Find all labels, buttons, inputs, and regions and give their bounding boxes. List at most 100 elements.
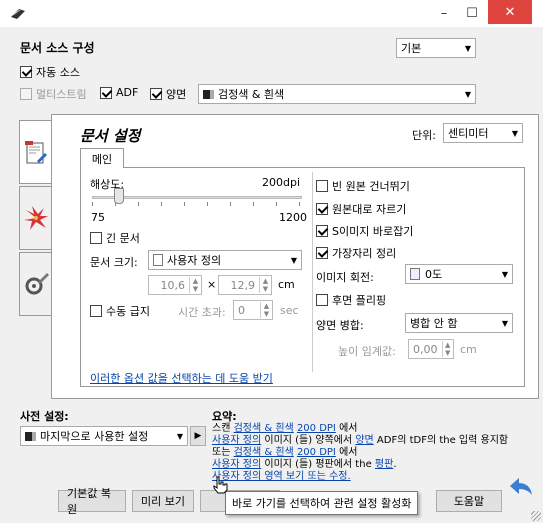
auto-source-checkbox[interactable]: 자동 소스 (20, 64, 80, 80)
long-doc-label: 긴 문서 (106, 232, 140, 245)
timeout-value: 0 (238, 303, 245, 317)
summary-dpi-link[interactable]: 200 DPI (297, 447, 336, 458)
chevron-down-icon: ▼ (511, 128, 518, 138)
summary-text: 스캔 검정색 & 흰색 200 DPI 에서 사용자 정의 이미지 (들) 양쪽… (212, 423, 508, 483)
summary-text-span: 또는 (212, 447, 234, 458)
tab-document-settings[interactable] (19, 120, 52, 184)
summary-size-link[interactable]: 사용자 정의 (212, 459, 261, 470)
maximize-button[interactable]: ☐ (458, 2, 486, 24)
document-icon (153, 254, 163, 266)
tab-image-settings[interactable] (19, 186, 52, 250)
slider-min-label: 75 (91, 211, 105, 224)
checkbox-icon (316, 203, 328, 215)
checkbox-icon (20, 66, 32, 78)
width-input[interactable]: 10,6 ▲ ▼ (148, 275, 202, 295)
deskew-checkbox[interactable]: S이미지 바로잡기 (316, 223, 413, 239)
play-arrow-icon: ▶ (194, 431, 202, 441)
tab-main[interactable]: 메인 (80, 148, 124, 168)
help-button[interactable]: 도움말 (436, 490, 502, 512)
spinner-arrows[interactable]: ▲ ▼ (259, 277, 271, 293)
chevron-down-icon: ▼ (464, 43, 471, 53)
summary-size-link[interactable]: 사용자 정의 (212, 435, 261, 446)
summary-line-2: 사용자 정의 이미지 (들) 양쪽에서 양면 ADF의 tDF의 the 입력 … (212, 435, 508, 447)
rotate-icon (410, 268, 420, 280)
summary-color-link[interactable]: 검정색 & 흰색 (234, 423, 294, 434)
reset-defaults-button[interactable]: 기본값 복원 (58, 487, 126, 516)
hand-cursor-icon (212, 476, 228, 497)
multistream-checkbox[interactable]: 멀티스트림 (20, 86, 87, 102)
rotate-select[interactable]: 0도 ▼ (405, 264, 513, 284)
summary-line-1: 스캔 검정색 & 흰색 200 DPI 에서 (212, 423, 508, 435)
flip-back-label: 후면 플리핑 (332, 294, 387, 307)
preset-value: 마지막으로 사용한 설정 (40, 430, 149, 443)
close-button[interactable]: ✕ (488, 0, 532, 24)
slider-ticks (92, 202, 302, 206)
preset-select[interactable]: 마지막으로 사용한 설정 ▼ (20, 426, 188, 446)
tab-advanced-settings[interactable] (19, 252, 52, 316)
long-doc-checkbox[interactable]: 긴 문서 (90, 230, 140, 246)
color-mode-icon (203, 89, 214, 99)
auto-source-label: 자동 소스 (36, 66, 80, 79)
chevron-down-icon: ▼ (501, 269, 508, 279)
rotate-value: 0도 (425, 268, 443, 281)
unit-value: 센티미터 (448, 127, 489, 140)
summary-text-span: 스캔 (212, 423, 234, 434)
minimize-button[interactable]: – (430, 2, 458, 24)
skip-blank-label: 빈 원본 건너뛰기 (332, 180, 410, 193)
spinner-arrows[interactable]: ▲ ▼ (260, 302, 272, 318)
summary-dpi-link[interactable]: 200 DPI (297, 423, 336, 434)
manual-feed-checkbox[interactable]: 수동 급지 (90, 303, 150, 319)
checkbox-icon (90, 232, 102, 244)
resolution-slider[interactable] (92, 188, 302, 208)
flip-back-checkbox[interactable]: 후면 플리핑 (316, 292, 386, 308)
color-mode-select[interactable]: 검정색 & 흰색 ▼ (198, 84, 476, 104)
doc-size-select[interactable]: 사용자 정의 ▼ (148, 250, 302, 270)
spinner-arrows[interactable]: ▲ ▼ (189, 277, 201, 293)
rotate-label: 이미지 회전: (316, 271, 374, 284)
preview-button[interactable]: 미리 보기 (132, 490, 194, 512)
crop-original-checkbox[interactable]: 원본대로 자르기 (316, 201, 406, 217)
tab-main-label: 메인 (91, 152, 113, 166)
summary-text-span: 에서 (335, 423, 358, 434)
skip-blank-checkbox[interactable]: 빈 원본 건너뛰기 (316, 178, 410, 194)
tools-icon (25, 273, 49, 295)
unit-select[interactable]: 센티미터 ▼ (443, 123, 523, 143)
summary-color-link[interactable]: 검정색 & 흰색 (234, 447, 294, 458)
checkbox-icon (20, 88, 32, 100)
checkbox-icon (150, 88, 162, 100)
duplex-checkbox[interactable]: 양면 (150, 86, 186, 102)
timeout-unit: sec (280, 304, 299, 317)
crop-original-label: 원본대로 자르기 (332, 203, 407, 216)
adf-checkbox[interactable]: ADF (100, 86, 138, 99)
size-unit: cm (278, 278, 295, 291)
timeout-input[interactable]: 0 ▲ ▼ (233, 300, 273, 320)
merge-select[interactable]: 병합 안 함 ▼ (405, 313, 513, 333)
summary-text-span: . (393, 459, 397, 470)
chevron-down-icon: ▼ (290, 255, 297, 265)
summary-line-3: 또는 검정색 & 흰색 200 DPI 에서 (212, 447, 508, 459)
height-input[interactable]: 12,9 ▲ ▼ (218, 275, 272, 295)
height-threshold-value: 0,00 (413, 342, 438, 356)
times-sign: × (207, 278, 217, 291)
back-arrow-icon[interactable] (509, 476, 533, 499)
scan-config-title: 문서 소스 구성 (20, 41, 95, 55)
summary-text-span: 이미지 (들) 평판에서 the (261, 459, 375, 470)
help-options-link[interactable]: 이러한 옵션 값을 선택하는 데 도움 받기 (90, 370, 273, 386)
chevron-down-icon: ▼ (176, 431, 183, 441)
preset-config-select[interactable]: 기본 ▼ (396, 38, 476, 58)
height-threshold-input[interactable]: 0,00 ▲ ▼ (408, 339, 454, 359)
preset-menu-button[interactable]: ▶ (190, 426, 206, 446)
doc-size-label: 문서 크기: (90, 256, 138, 269)
edge-clean-checkbox[interactable]: 가장자리 정리 (316, 245, 396, 261)
summary-duplex-link[interactable]: 양면 (355, 435, 373, 446)
summary-text-span: 에서 (335, 447, 358, 458)
document-settings-icon (25, 141, 47, 164)
summary-text-span: ADF의 tDF의 the 입력 용지함 (373, 435, 509, 446)
flower-icon (23, 206, 48, 230)
height-value: 12,9 (230, 278, 256, 292)
summary-flatbed-link[interactable]: 평판 (375, 459, 393, 470)
slider-thumb[interactable] (114, 188, 124, 204)
summary-area-link[interactable]: 사용자 정의 영역 보기 또는 수정. (212, 471, 351, 482)
resize-grip-icon[interactable] (531, 511, 541, 521)
spinner-arrows[interactable]: ▲ ▼ (441, 341, 454, 357)
